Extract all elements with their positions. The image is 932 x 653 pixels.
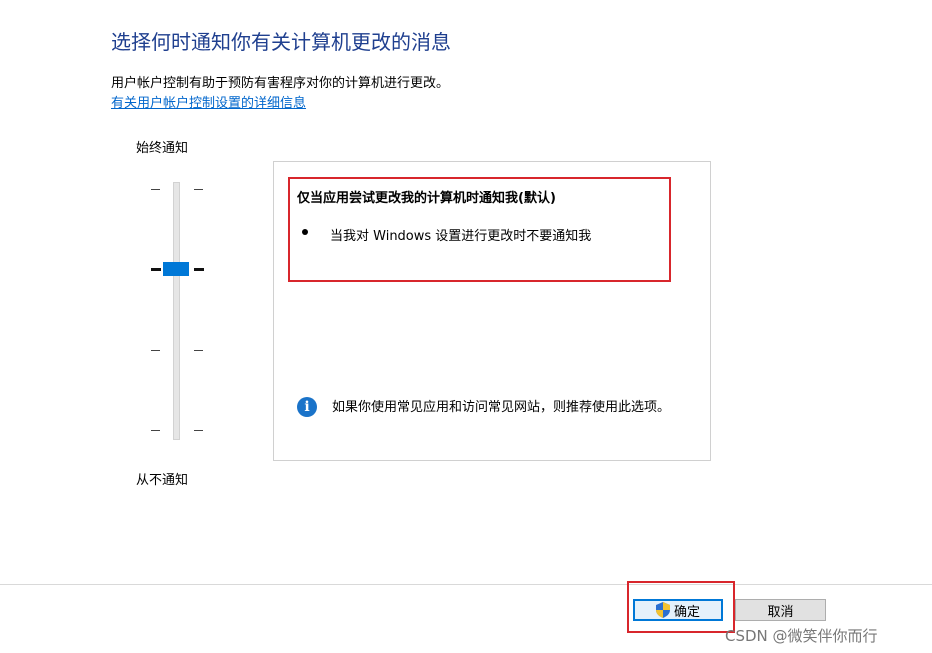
slider-tick	[151, 189, 160, 190]
slider-tick	[194, 350, 203, 351]
details-link[interactable]: 有关用户帐户控制设置的详细信息	[111, 92, 306, 111]
divider	[0, 584, 932, 585]
cancel-button-label: 取消	[767, 604, 794, 620]
slider-tick	[151, 430, 160, 431]
slider-track[interactable]	[173, 182, 180, 440]
slider-tick	[151, 350, 160, 351]
slider-top-label: 始终通知	[136, 141, 189, 156]
description-text: 用户帐户控制有助于预防有害程序对你的计算机进行更改。	[111, 76, 450, 91]
slider-thumb[interactable]	[163, 262, 189, 276]
slider-tick	[151, 268, 161, 271]
shield-icon	[655, 602, 670, 618]
watermark-text: CSDN @微笑伴你而行	[725, 627, 878, 645]
slider-bottom-label: 从不通知	[136, 473, 189, 488]
panel-bullet-text: 当我对 Windows 设置进行更改时不要通知我	[330, 229, 592, 244]
info-icon: i	[297, 397, 317, 417]
ok-button-label: 确定	[673, 604, 700, 620]
panel-heading: 仅当应用尝试更改我的计算机时通知我(默认)	[297, 191, 556, 206]
bullet-icon	[302, 229, 308, 235]
ok-button[interactable]: 确定	[633, 599, 723, 621]
slider-tick	[194, 430, 203, 431]
slider-tick	[194, 268, 204, 271]
panel-info-text: 如果你使用常见应用和访问常见网站，则推荐使用此选项。	[332, 400, 671, 415]
cancel-button[interactable]: 取消	[735, 599, 826, 621]
slider-tick	[194, 189, 203, 190]
page-title: 选择何时通知你有关计算机更改的消息	[111, 30, 451, 54]
